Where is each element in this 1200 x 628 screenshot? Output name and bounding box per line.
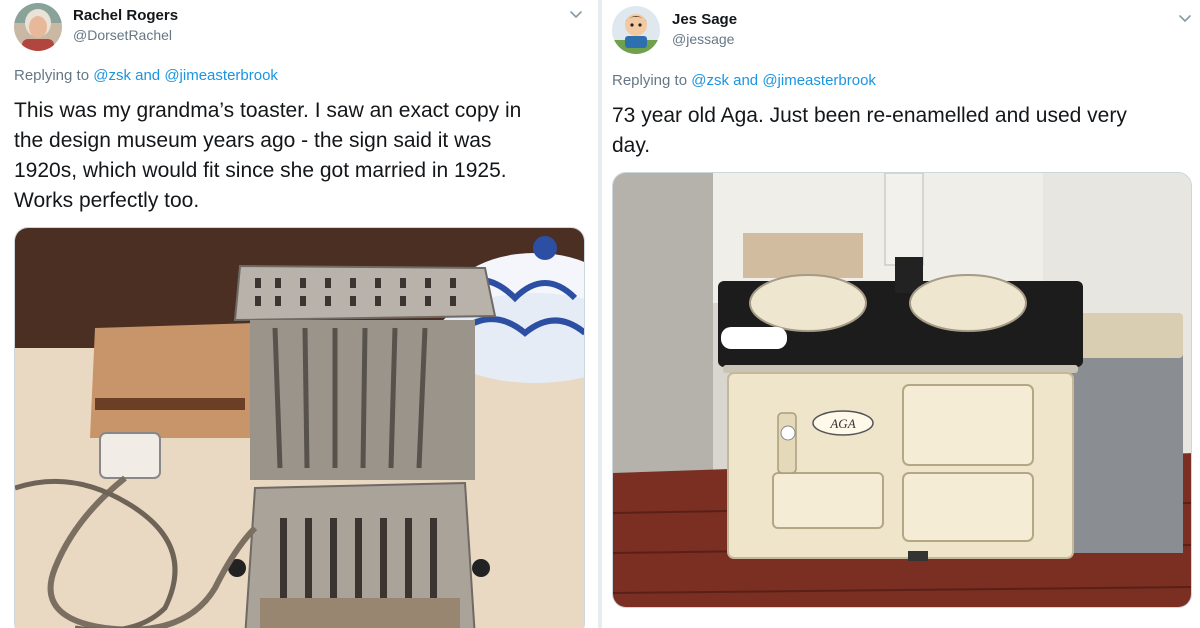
mention-and: and: [733, 72, 759, 89]
tweet-text-line: day.: [612, 134, 651, 157]
mention-link-jimeasterbrook[interactable]: @jimeasterbrook: [762, 72, 876, 89]
avatar[interactable]: [14, 3, 62, 51]
tweet-card-rachel[interactable]: Rachel Rogers @DorsetRachel Replying to …: [0, 0, 598, 628]
mention-and: and: [135, 67, 161, 84]
mention-link-jimeasterbrook[interactable]: @jimeasterbrook: [164, 67, 278, 84]
tweet-media-aga[interactable]: AGA: [612, 172, 1192, 608]
replying-to: Replying to @zsk and @jimeasterbrook: [612, 72, 876, 89]
user-handle[interactable]: @DorsetRachel: [73, 27, 172, 43]
mention-link-zsk[interactable]: @zsk: [691, 72, 729, 89]
tweet-text-line: the design museum years ago - the sign s…: [14, 129, 492, 152]
tweet-text-line: 73 year old Aga. Just been re-enamelled …: [612, 104, 1127, 127]
tweet-text-line: Works perfectly too.: [14, 189, 200, 212]
chevron-down-icon[interactable]: [1178, 14, 1192, 24]
tweet-text: This was my grandma’s toaster. I saw an …: [14, 96, 521, 216]
toaster-photo-icon: [15, 228, 584, 628]
tweet-text: 73 year old Aga. Just been re-enamelled …: [612, 101, 1127, 161]
tweet-text-line: This was my grandma’s toaster. I saw an …: [14, 99, 522, 122]
tweet-media-toaster[interactable]: [14, 227, 585, 628]
avatar[interactable]: [612, 6, 660, 54]
display-name[interactable]: Jes Sage: [672, 11, 737, 28]
replying-to: Replying to @zsk and @jimeasterbrook: [14, 67, 278, 84]
mention-link-zsk[interactable]: @zsk: [93, 67, 131, 84]
aga-stove-photo-icon: AGA: [613, 173, 1191, 607]
aga-badge: AGA: [829, 416, 855, 431]
tweet-card-jes[interactable]: Jes Sage @jessage Replying to @zsk and @…: [602, 0, 1200, 628]
chevron-down-icon[interactable]: [569, 10, 583, 20]
user-handle[interactable]: @jessage: [672, 31, 734, 47]
replying-to-label: Replying to: [14, 67, 90, 84]
display-name[interactable]: Rachel Rogers: [73, 7, 178, 24]
tweet-text-line: 1920s, which would fit since she got mar…: [14, 159, 507, 182]
replying-to-label: Replying to: [612, 72, 688, 89]
